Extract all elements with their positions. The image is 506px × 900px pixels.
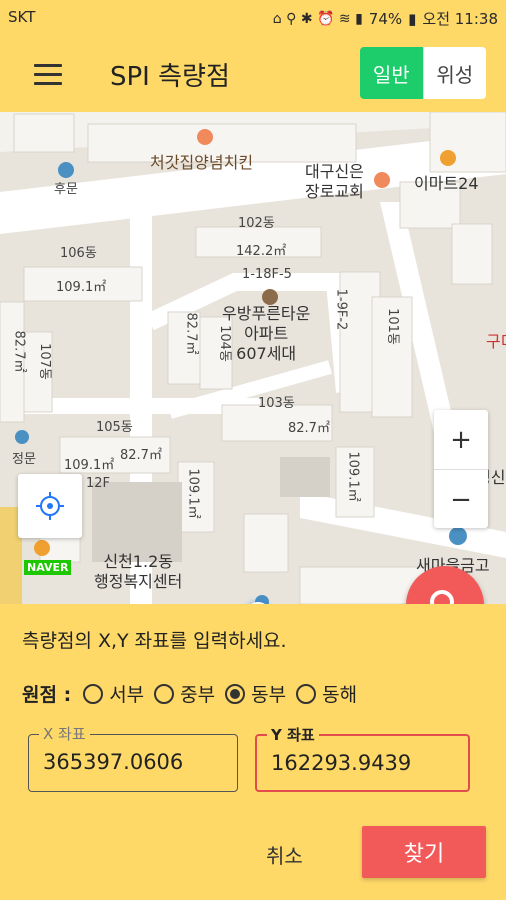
map-label-a2: 142.2㎡ [236, 244, 287, 259]
map-label-edge1: 구미 [486, 332, 506, 351]
map-label-a7: 82.7㎡ [120, 448, 162, 463]
cancel-button[interactable]: 취소 [266, 840, 303, 869]
origin-selector: 원점 : 서부 중부 동부 동해 [22, 680, 367, 707]
menu-icon[interactable] [34, 64, 62, 85]
naver-logo: NAVER [24, 560, 72, 575]
instruction-text: 측량점의 X,Y 좌표를 입력하세요. [22, 630, 287, 652]
map-label-b102: 102동 [238, 216, 275, 231]
map-label-a6: 109.1㎡ [64, 458, 115, 473]
map-label-a5: 82.7㎡ [288, 421, 330, 436]
map-label-a4: 82.7㎡ [11, 330, 27, 373]
locate-icon [36, 492, 64, 520]
x-coordinate-label: X 좌표 [39, 723, 90, 744]
map-type-satellite-button[interactable]: 위성 [422, 47, 486, 99]
notification-icons: ⌂ ⚲ ✱ ⏰ ≋ ▮ [272, 10, 363, 27]
map-label-back-gate: 후문 [54, 182, 78, 197]
status-bar: SKT ⌂ ⚲ ✱ ⏰ ≋ ▮ 74% ▮ 오전 11:38 [0, 0, 506, 34]
clock: 오전 11:38 [422, 10, 498, 28]
radio-circle[interactable] [83, 683, 104, 704]
origin-radio-east-sea[interactable]: 동해 [296, 680, 357, 707]
map-type-normal-button[interactable]: 일반 [360, 47, 423, 99]
y-coordinate-label: Y 좌표 [267, 724, 319, 745]
map-label-restaurant: 처갓집양념치킨 [150, 153, 254, 172]
origin-radio-central[interactable]: 중부 [154, 680, 215, 707]
map-label-community-center: 신천1.2동 행정복지센터 [94, 552, 183, 591]
map-label-b101: 101동 [384, 308, 400, 345]
y-coordinate-field[interactable]: Y 좌표 162293.9439 [255, 724, 470, 792]
radio-circle-selected[interactable] [225, 683, 246, 704]
map-label-b105: 105동 [96, 420, 133, 435]
map-label-lot-12f: 12F [86, 476, 111, 491]
zoom-in-button[interactable]: + [434, 410, 488, 469]
map-label-a8: 109.1㎡ [185, 468, 201, 519]
zoom-control: + − [434, 410, 488, 528]
y-coordinate-value[interactable]: 162293.9439 [271, 751, 411, 775]
map-label-b103: 103동 [258, 396, 295, 411]
map-label-main-gate: 정문 [12, 452, 36, 467]
map-label-a9: 109.1㎡ [345, 451, 361, 502]
x-coordinate-field[interactable]: X 좌표 365397.0606 [28, 723, 238, 792]
radio-circle[interactable] [296, 683, 317, 704]
app-bar: SPI 측량점 일반 위성 [0, 34, 506, 112]
origin-label: 원점 : [22, 684, 72, 706]
origin-radio-west[interactable]: 서부 [83, 680, 144, 707]
coordinate-panel: 측량점의 X,Y 좌표를 입력하세요. 원점 : 서부 중부 동부 동해 X 좌… [0, 604, 506, 900]
battery-percent: 74% [368, 9, 403, 28]
radio-circle[interactable] [154, 683, 175, 704]
map-label-church: 대구신은 장로교회 [305, 162, 364, 201]
map-label-a1: 109.1㎡ [56, 280, 107, 295]
find-button[interactable]: 찾기 [362, 826, 486, 878]
map-type-toggle: 일반 위성 [360, 47, 486, 99]
x-coordinate-value[interactable]: 365397.0606 [43, 750, 183, 774]
map-label-lot-18f5: 1-18F-5 [242, 267, 292, 282]
battery-icon: ▮ [408, 9, 417, 28]
map-label-b107: 107동 [36, 343, 52, 380]
map-label-a3: 82.7㎡ [183, 312, 199, 355]
locate-button[interactable] [18, 474, 82, 538]
map-label-mart: 이마트24 [414, 174, 479, 193]
map-label-lot-9f2: 1-9F-2 [333, 288, 349, 331]
page-title: SPI 측량점 [110, 62, 230, 92]
map-label-b104: 104동 [216, 325, 232, 362]
map-label-b106: 106동 [60, 246, 97, 261]
carrier-label: SKT [8, 8, 36, 26]
origin-radio-east[interactable]: 동부 [225, 680, 286, 707]
zoom-out-button[interactable]: − [434, 469, 488, 529]
status-icons: ⌂ ⚲ ✱ ⏰ ≋ ▮ 74% ▮ 오전 11:38 [273, 8, 498, 29]
